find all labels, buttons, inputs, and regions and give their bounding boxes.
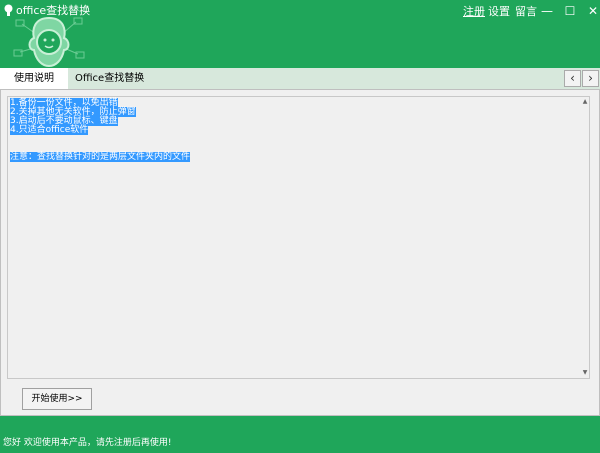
instruction-note: 注意：查找替换针对的是两层文件夹内的文件 [10,152,191,162]
vertical-scrollbar[interactable]: ▲ ▼ [581,97,589,378]
start-button[interactable]: 开始使用>> [22,388,92,410]
title-bar: office查找替换 注册 设置 留言 — ☐ ✕ [0,0,600,68]
settings-link[interactable]: 设置 [488,5,510,18]
message-link[interactable]: 留言 [515,5,537,18]
minimize-button[interactable]: — [538,3,556,19]
tab-usage-instructions[interactable]: 使用说明 [0,68,68,89]
register-link[interactable]: 注册 [463,5,485,18]
instructions-textarea[interactable]: 1.备份一份文件，以免出错 2.关掉其他无关软件，防止弹窗 3.启动后不要动鼠标… [7,96,590,379]
tab-scroll-left-button[interactable]: ‹ [564,70,581,87]
tab-scroll-right-button[interactable]: › [582,70,599,87]
mascot-logo-icon [13,16,85,68]
status-bar-text: 您好 欢迎使用本产品，请先注册后再使用! [3,438,172,448]
tab-office-find-replace[interactable]: Office查找替换 [75,68,144,89]
close-button[interactable]: ✕ [584,3,600,19]
maximize-button[interactable]: ☐ [561,3,579,19]
scroll-up-arrow-icon[interactable]: ▲ [581,97,589,107]
tab-bar: 使用说明 Office查找替换 ‹ › [0,68,600,89]
instruction-line: 3.启动后不要动鼠标、键盘 [10,116,118,126]
tab-content-panel: 1.备份一份文件，以免出错 2.关掉其他无关软件，防止弹窗 3.启动后不要动鼠标… [0,89,600,416]
instruction-line: 4.只适合office软件 [10,125,89,135]
scroll-down-arrow-icon[interactable]: ▼ [581,368,589,378]
